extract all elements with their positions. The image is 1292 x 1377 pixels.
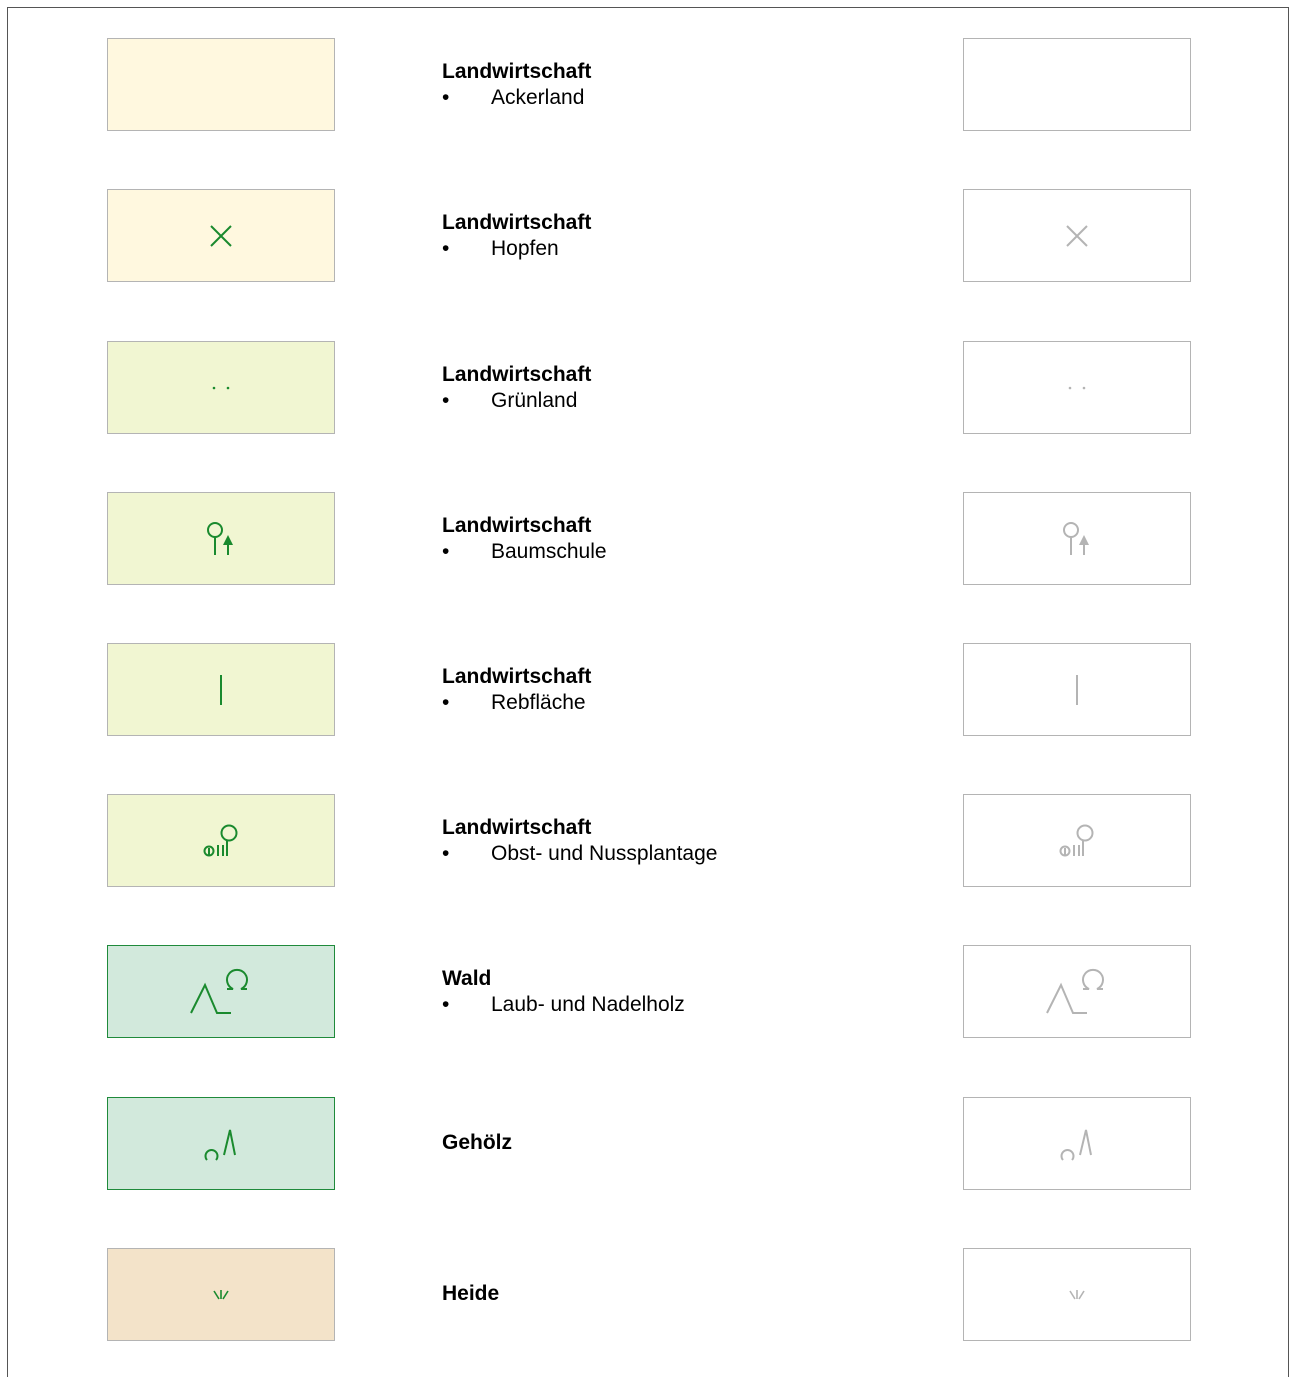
- legend-item: Hopfen: [442, 236, 591, 262]
- color-swatch-heide: [107, 1248, 335, 1341]
- outline-swatch-gruenland: [963, 341, 1191, 434]
- legend-row-gruenland: Landwirtschaft Grünland: [0, 341, 1292, 435]
- heath-icon: [1069, 1289, 1085, 1299]
- dots-icon: [212, 386, 230, 389]
- orchard-icon: [1059, 824, 1094, 856]
- legend-label: Wald Laub- und Nadelholz: [442, 966, 685, 1018]
- outline-swatch-gehoelz: [963, 1097, 1191, 1190]
- color-swatch-obstplantage: [107, 794, 335, 887]
- legend-label: Landwirtschaft Baumschule: [442, 513, 607, 565]
- shrub-icon: [1060, 1129, 1092, 1161]
- outline-swatch-obstplantage: [963, 794, 1191, 887]
- legend-item: Obst- und Nussplantage: [442, 841, 717, 867]
- legend-item: Baumschule: [442, 539, 607, 565]
- legend-row-baumschule: Landwirtschaft Baumschule: [0, 492, 1292, 586]
- outline-swatch-hopfen: [963, 189, 1191, 282]
- legend-title: Landwirtschaft: [442, 514, 592, 537]
- color-swatch-gehoelz: [107, 1097, 335, 1190]
- legend-item: Laub- und Nadelholz: [442, 992, 685, 1018]
- vine-line-icon: [220, 674, 222, 705]
- dots-icon: [1068, 386, 1086, 389]
- legend-title: Landwirtschaft: [442, 816, 592, 839]
- legend-label: Landwirtschaft Ackerland: [442, 59, 591, 111]
- legend-label: Gehölz: [442, 1130, 512, 1156]
- legend-title: Landwirtschaft: [442, 211, 592, 234]
- legend-label: Landwirtschaft Rebfläche: [442, 664, 591, 716]
- color-swatch-wald: [107, 945, 335, 1038]
- legend-item: Ackerland: [442, 85, 591, 111]
- legend-title: Wald: [442, 967, 492, 990]
- legend-row-obstplantage: Landwirtschaft Obst- und Nussplantage: [0, 794, 1292, 888]
- legend-title: Landwirtschaft: [442, 363, 592, 386]
- nursery-tree-icon: [1063, 521, 1089, 555]
- legend-label: Landwirtschaft Grünland: [442, 362, 591, 414]
- vine-line-icon: [1076, 674, 1078, 705]
- legend-item: Grünland: [442, 388, 591, 414]
- outline-swatch-wald: [963, 945, 1191, 1038]
- legend-title: Heide: [442, 1282, 500, 1305]
- outline-swatch-ackerland: [963, 38, 1191, 131]
- legend-label: Landwirtschaft Obst- und Nussplantage: [442, 815, 717, 867]
- mixed-forest-icon: [1046, 968, 1104, 1014]
- outline-swatch-baumschule: [963, 492, 1191, 585]
- legend-title: Landwirtschaft: [442, 665, 592, 688]
- legend-row-wald: Wald Laub- und Nadelholz: [0, 945, 1292, 1039]
- cross-icon: [1066, 224, 1088, 247]
- color-swatch-rebflaeche: [107, 643, 335, 736]
- orchard-icon: [203, 824, 238, 856]
- legend-label: Heide: [442, 1281, 499, 1307]
- legend-title: Gehölz: [442, 1131, 513, 1154]
- legend-row-hopfen: Landwirtschaft Hopfen: [0, 189, 1292, 283]
- shrub-icon: [204, 1129, 236, 1161]
- cross-icon: [210, 224, 232, 247]
- outline-swatch-heide: [963, 1248, 1191, 1341]
- color-swatch-hopfen: [107, 189, 335, 282]
- outline-swatch-rebflaeche: [963, 643, 1191, 736]
- legend-row-heide: Heide: [0, 1248, 1292, 1342]
- legend-row-rebflaeche: Landwirtschaft Rebfläche: [0, 643, 1292, 737]
- color-swatch-gruenland: [107, 341, 335, 434]
- color-swatch-baumschule: [107, 492, 335, 585]
- legend-label: Landwirtschaft Hopfen: [442, 210, 591, 262]
- legend-row-gehoelz: Gehölz: [0, 1097, 1292, 1191]
- mixed-forest-icon: [190, 968, 248, 1014]
- color-swatch-ackerland: [107, 38, 335, 131]
- legend-item: Rebfläche: [442, 690, 591, 716]
- heath-icon: [213, 1289, 229, 1299]
- legend-row-ackerland: Landwirtschaft Ackerland: [0, 38, 1292, 132]
- legend-title: Landwirtschaft: [442, 60, 592, 83]
- nursery-tree-icon: [207, 521, 233, 555]
